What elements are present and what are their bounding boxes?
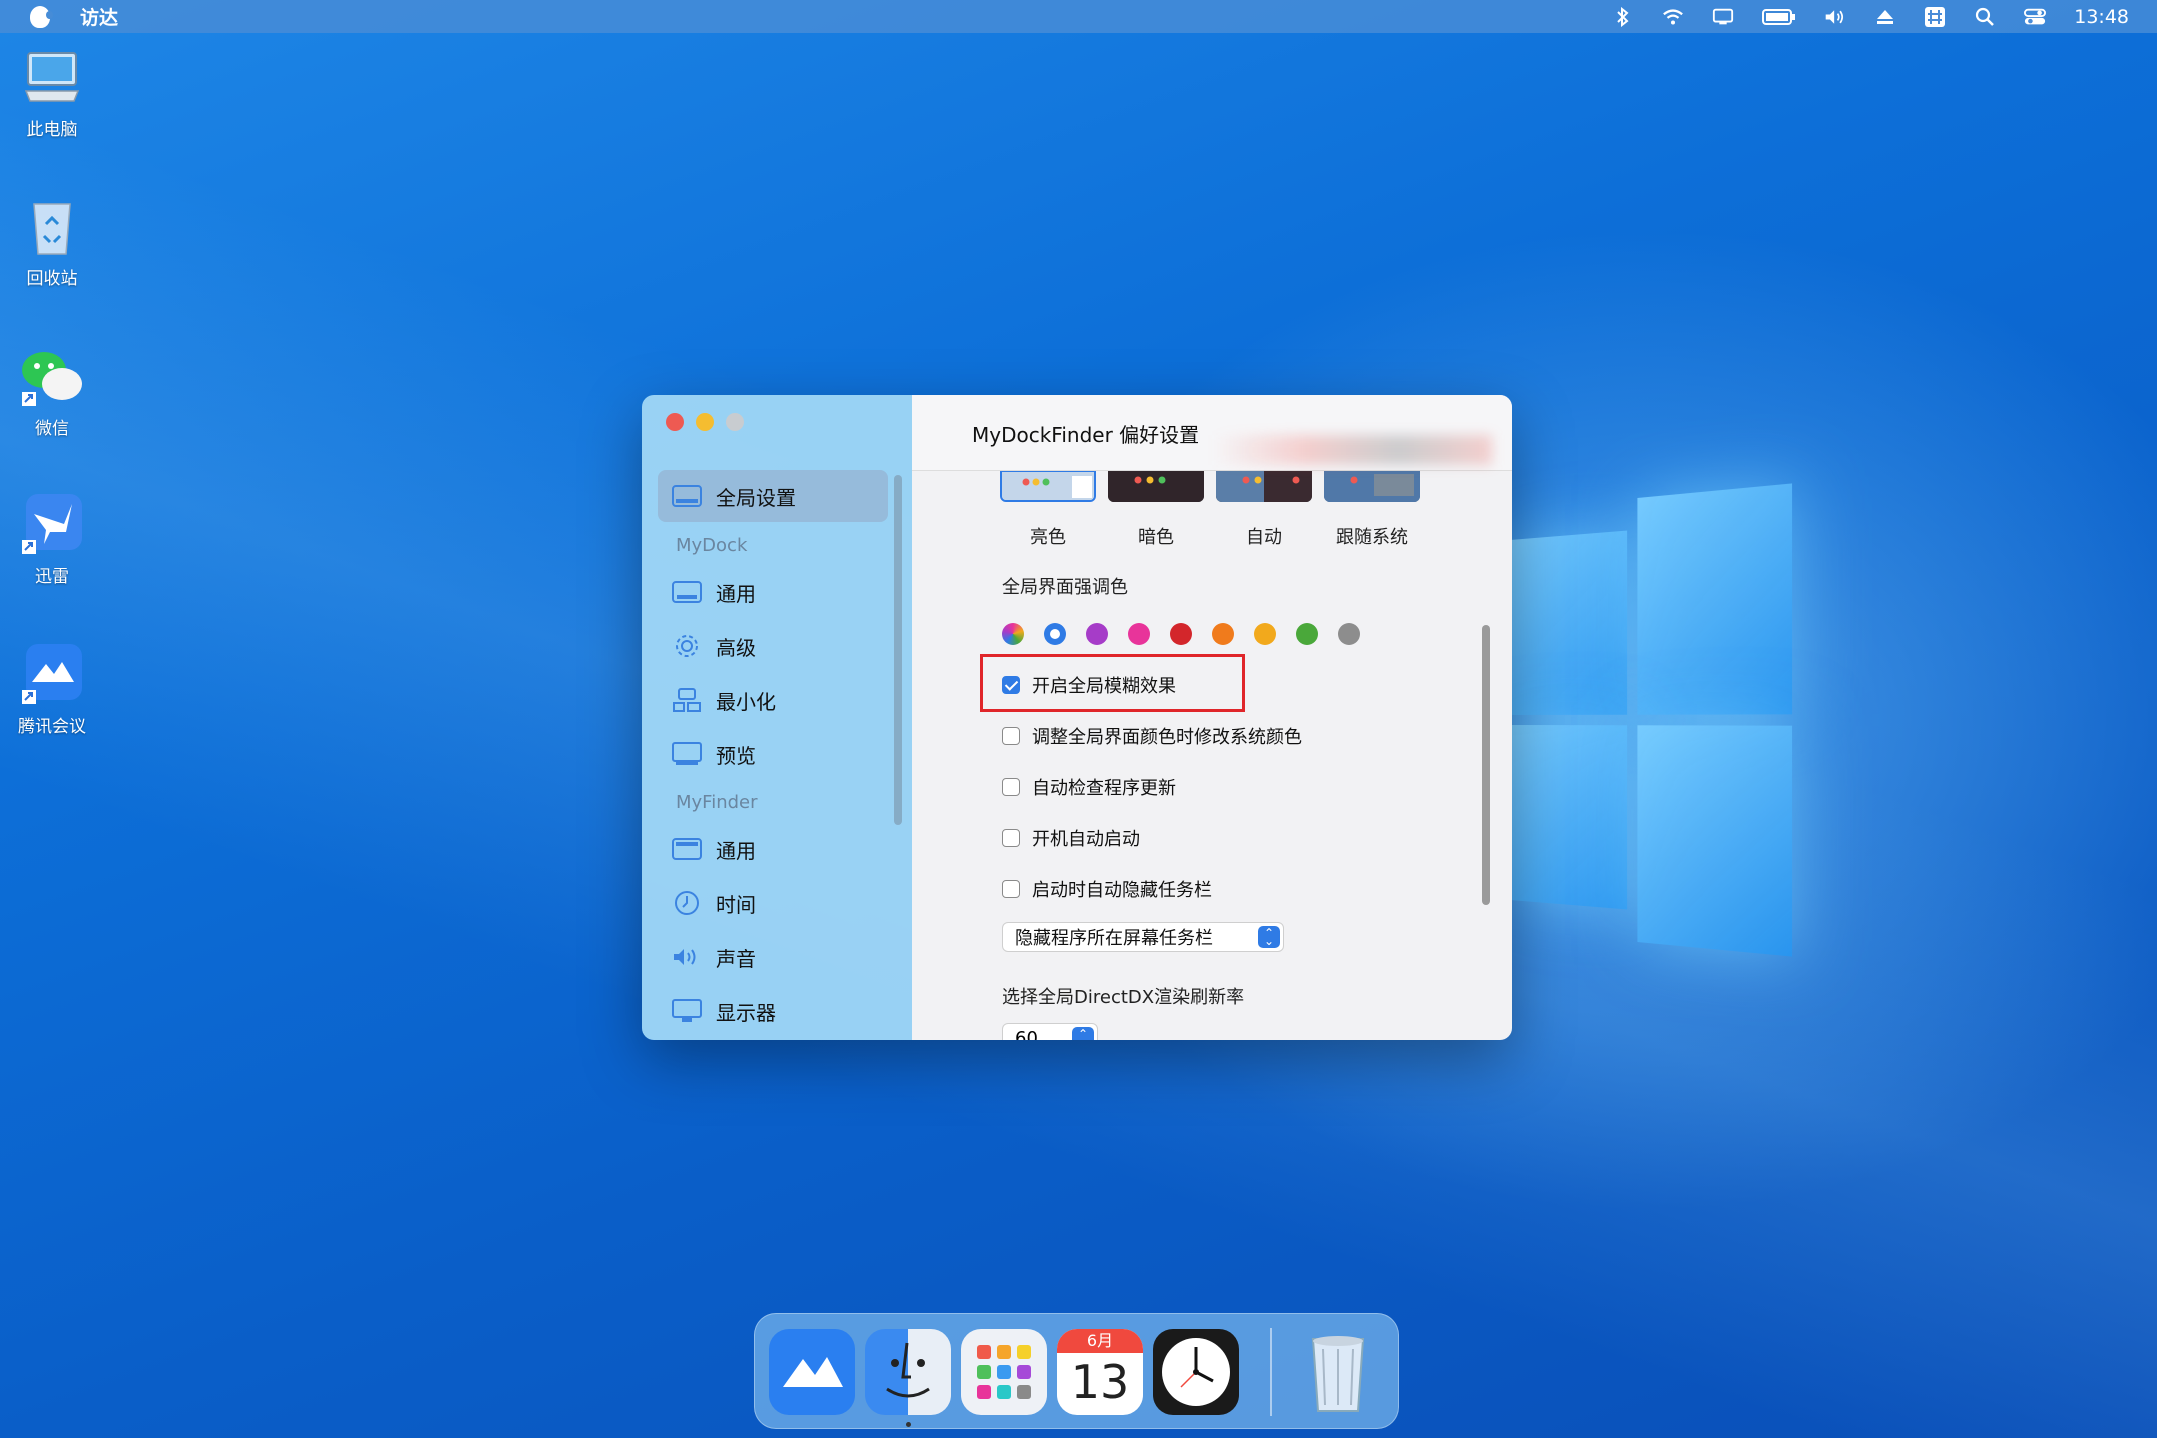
accent-swatch-blue[interactable] — [1044, 623, 1066, 645]
blurred-thumbnail-edge — [1212, 435, 1492, 465]
recycle-bin-icon — [20, 194, 84, 258]
desktop-icon-this-pc[interactable]: 此电脑 — [10, 45, 94, 140]
sidebar: 全局设置 MyDock 通用 高级 最小化 预览 MyFinder 通用 时间 — [642, 395, 912, 1040]
menubar-clock[interactable]: 13:48 — [2074, 6, 2129, 28]
sidebar-item-mydock-preview[interactable]: 预览 — [658, 728, 888, 780]
preview-icon — [672, 742, 702, 766]
wechat-icon — [20, 344, 84, 408]
bluetooth-icon[interactable] — [1612, 6, 1634, 27]
sidebar-item-mydock-general[interactable]: 通用 — [658, 566, 888, 618]
theme-light-label[interactable]: 亮色 — [998, 523, 1098, 549]
monitor-icon — [672, 999, 702, 1023]
menubar-icon — [672, 837, 702, 861]
accent-swatch-yellow[interactable] — [1254, 623, 1276, 645]
window-title-bar: MyDockFinder 偏好设置 — [912, 395, 1512, 471]
red-highlight-box — [980, 654, 1245, 712]
gear-icon — [672, 634, 702, 658]
theme-dark-thumbnail[interactable] — [1108, 470, 1204, 502]
dock-finder-icon[interactable] — [865, 1329, 951, 1415]
dock-tencent-meeting-icon[interactable] — [769, 1329, 855, 1415]
xunlei-icon — [20, 492, 84, 556]
refresh-rate-select[interactable]: 60 ⌃⌄ — [1002, 1023, 1098, 1040]
theme-auto-label[interactable]: 自动 — [1214, 523, 1314, 549]
sidebar-item-mydock-advanced[interactable]: 高级 — [658, 620, 888, 672]
theme-dark-label[interactable]: 暗色 — [1106, 523, 1206, 549]
window-icon — [672, 484, 702, 508]
sidebar-item-mydock-minimize[interactable]: 最小化 — [658, 674, 888, 726]
chevron-up-down-icon: ⌃⌄ — [1072, 1027, 1094, 1040]
chevron-up-down-icon: ⌃⌄ — [1258, 926, 1280, 948]
dock-separator — [1270, 1328, 1272, 1416]
desktop-icon-recycle-bin[interactable]: 回收站 — [10, 194, 94, 289]
modify-system-color-checkbox[interactable] — [1002, 727, 1020, 745]
preferences-window: 全局设置 MyDock 通用 高级 最小化 预览 MyFinder 通用 时间 — [642, 395, 1512, 1040]
display-icon[interactable] — [1712, 8, 1734, 26]
accent-swatch-orange[interactable] — [1212, 623, 1234, 645]
battery-icon[interactable] — [1762, 8, 1796, 26]
settings-content: 亮色 暗色 自动 跟随系统 MyDockFinder 偏好设置 全局界面强调色 … — [912, 395, 1512, 1040]
accent-swatch-green[interactable] — [1296, 623, 1318, 645]
desktop-icon-xunlei[interactable]: 迅雷 — [10, 492, 94, 587]
taskbar-hide-select[interactable]: 隐藏程序所在屏幕任务栏 ⌃ ⌄ — [1002, 922, 1284, 952]
sidebar-item-global-settings[interactable]: 全局设置 — [658, 470, 888, 522]
accent-swatch-purple[interactable] — [1086, 623, 1108, 645]
minimize-icon — [672, 688, 702, 712]
refresh-rate-label: 选择全局DirectDX渲染刷新率 — [1002, 987, 1245, 1008]
sidebar-section-myfinder: MyFinder — [676, 792, 758, 813]
accent-swatch-multicolor[interactable] — [1002, 623, 1024, 645]
sidebar-item-myfinder-display[interactable]: 显示器 — [658, 985, 888, 1037]
dock-trash-icon[interactable] — [1295, 1329, 1381, 1415]
finder-running-indicator — [906, 1422, 911, 1427]
window-title: MyDockFinder 偏好设置 — [972, 423, 1200, 447]
control-center-icon[interactable] — [2024, 8, 2047, 26]
zoom-button[interactable] — [726, 413, 744, 431]
input-method-icon[interactable] — [1924, 6, 1946, 27]
dock-clock-icon[interactable] — [1153, 1329, 1239, 1415]
tencent-meeting-icon — [20, 642, 84, 706]
apple-menu-icon[interactable] — [30, 5, 53, 28]
speaker-icon — [672, 945, 702, 969]
desktop-icon-tencent-meeting[interactable]: 腾讯会议 — [10, 642, 94, 737]
accent-swatch-graphite[interactable] — [1338, 623, 1360, 645]
content-scrollbar[interactable] — [1482, 625, 1490, 905]
sidebar-item-myfinder-sound[interactable]: 声音 — [658, 931, 888, 983]
launch-at-login-checkbox[interactable] — [1002, 829, 1020, 847]
windows-logo — [1510, 483, 1793, 957]
sidebar-scrollbar[interactable] — [894, 475, 902, 825]
checkbox-row-launch-at-login[interactable]: 开机自动启动 — [1002, 825, 1140, 851]
wifi-icon[interactable] — [1662, 8, 1684, 26]
desktop-icon-wechat[interactable]: 微信 — [10, 344, 94, 439]
theme-light-thumbnail[interactable] — [1000, 470, 1096, 502]
sidebar-item-myfinder-general[interactable]: 通用 — [658, 823, 888, 875]
theme-system-label[interactable]: 跟随系统 — [1322, 523, 1422, 549]
sidebar-section-mydock: MyDock — [676, 535, 748, 556]
accent-color-label: 全局界面强调色 — [1002, 577, 1128, 598]
checkbox-row-modify-system-color[interactable]: 调整全局界面颜色时修改系统颜色 — [1002, 723, 1302, 749]
theme-system-thumbnail[interactable] — [1324, 470, 1420, 502]
search-icon[interactable] — [1974, 7, 1996, 26]
checkbox-row-auto-update[interactable]: 自动检查程序更新 — [1002, 774, 1176, 800]
volume-icon[interactable] — [1824, 8, 1846, 26]
eject-icon[interactable] — [1874, 8, 1896, 26]
auto-update-checkbox[interactable] — [1002, 778, 1020, 796]
checkbox-row-auto-hide-taskbar[interactable]: 启动时自动隐藏任务栏 — [1002, 876, 1212, 902]
minimize-button[interactable] — [696, 413, 714, 431]
clock-icon — [672, 891, 702, 915]
menu-bar: 访达 13:48 — [0, 0, 2157, 33]
dock: 6月 13 — [754, 1313, 1399, 1429]
dock-calendar-icon[interactable]: 6月 13 — [1057, 1329, 1143, 1415]
computer-icon — [20, 45, 84, 109]
dock-icon — [672, 580, 702, 604]
sidebar-item-myfinder-time[interactable]: 时间 — [658, 877, 888, 929]
dock-launchpad-icon[interactable] — [961, 1329, 1047, 1415]
close-button[interactable] — [666, 413, 684, 431]
theme-auto-thumbnail[interactable] — [1216, 470, 1312, 502]
auto-hide-taskbar-checkbox[interactable] — [1002, 880, 1020, 898]
active-app-name[interactable]: 访达 — [80, 3, 118, 30]
accent-swatch-red[interactable] — [1170, 623, 1192, 645]
accent-swatch-pink[interactable] — [1128, 623, 1150, 645]
